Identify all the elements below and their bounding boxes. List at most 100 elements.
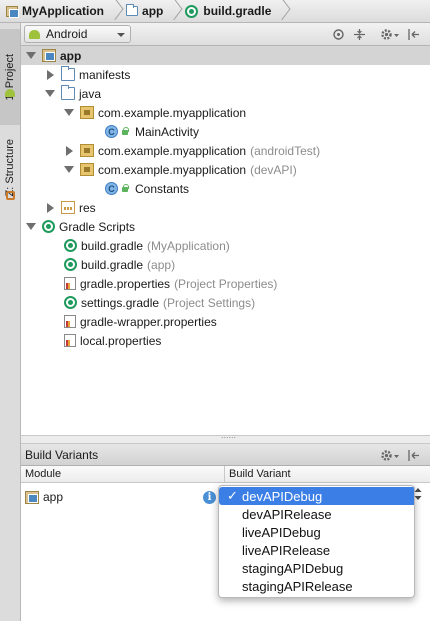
gradle-icon [42,220,55,233]
tree-item-package-androidtest[interactable]: com.example.myapplication (androidTest) [64,141,320,160]
tree-item-local-properties[interactable]: local.properties [64,331,161,350]
dropdown-stepper-icon[interactable] [413,487,423,501]
tree-item-manifests[interactable]: manifests [45,65,130,84]
navigation-breadcrumb: MyApplication app build.gradle [0,0,430,23]
tree-item-label: build.gradle [81,238,144,253]
resources-folder-icon [61,201,75,214]
gradle-icon [64,258,77,271]
properties-file-icon [64,334,76,347]
tree-item-build-gradle-app[interactable]: build.gradle (app) [64,255,175,274]
module-icon [25,490,39,504]
hide-panel-icon[interactable] [406,448,420,462]
tree-item-suffix: (MyApplication) [147,238,230,253]
module-icon [42,49,56,62]
android-icon[interactable] [0,85,20,101]
expand-toggle-icon[interactable] [45,202,55,213]
tab-project[interactable]: 1: Project [0,29,20,125]
breadcrumb-item-build-gradle[interactable]: build.gradle [177,0,275,23]
package-icon [80,106,94,119]
breadcrumb-separator [108,0,118,23]
module-name: app [43,490,64,504]
expand-toggle-icon[interactable] [64,145,74,156]
variant-option-label: liveAPIDebug [242,524,321,540]
variant-option[interactable]: liveAPIDebug [219,523,414,541]
folder-icon [61,85,75,100]
tree-item-gradle-properties[interactable]: gradle.properties (Project Properties) [64,274,277,293]
gear-icon[interactable] [379,27,401,41]
class-icon: C [105,125,118,138]
panel-splitter[interactable] [21,430,430,444]
variant-option-label: devAPIRelease [242,506,332,522]
tree-item-label: com.example.myapplication [98,105,247,120]
project-toolbar: Android [21,23,430,46]
view-mode-select[interactable]: Android [24,25,131,43]
tree-item-label: settings.gradle [81,295,160,310]
variant-option-label: devAPIDebug [242,488,323,504]
checkmark-icon: ✓ [227,488,238,503]
scroll-from-source-icon[interactable] [331,27,345,41]
properties-file-icon [64,315,76,328]
package-icon [80,144,94,157]
tree-item-label: com.example.myapplication [98,162,247,177]
expand-toggle-icon[interactable] [26,222,36,232]
variant-option[interactable]: devAPIRelease [219,505,414,523]
tree-item-res[interactable]: res [45,198,96,217]
tree-item-package-devapi[interactable]: com.example.myapplication (devAPI) [64,160,297,179]
tree-item-label: Gradle Scripts [59,219,136,234]
expand-toggle-icon[interactable] [64,108,74,118]
expand-toggle-icon[interactable] [64,165,74,175]
variant-option[interactable]: stagingAPIDebug [219,559,414,577]
breadcrumb-label: build.gradle [203,4,272,18]
column-header-label: Build Variant [229,468,291,480]
tree-item-app[interactable]: app [21,46,430,65]
panel-title: Build Variants [25,447,99,462]
tree-item-suffix: (Project Settings) [163,295,256,310]
android-icon [29,29,40,39]
variant-option[interactable]: liveAPIRelease [219,541,414,559]
breadcrumb-label: MyApplication [22,4,105,18]
info-icon: i [203,491,216,504]
tree-item-mainactivity[interactable]: C MainActivity [105,122,199,141]
breadcrumb-item-app[interactable]: app [118,0,167,23]
folder-icon [61,66,75,81]
build-variant-dropdown[interactable]: ✓ devAPIDebug devAPIRelease liveAPIDebug… [218,485,415,598]
tree-item-label: res [79,200,96,215]
column-header-label: Module [25,468,62,480]
tree-item-label: MainActivity [135,124,200,139]
collapse-all-icon[interactable] [352,27,366,41]
hide-panel-icon[interactable] [406,27,420,41]
tree-item-suffix: (app) [147,257,176,272]
tree-item-java[interactable]: java [45,84,101,103]
module-icon [6,5,19,18]
variant-option-label: liveAPIRelease [242,542,331,558]
breadcrumb-separator [275,0,285,23]
tree-item-suffix: (Project Properties) [174,276,278,291]
tree-item-settings-gradle[interactable]: settings.gradle (Project Settings) [64,293,255,312]
breadcrumb-label: app [142,4,164,18]
chevron-down-icon [117,33,125,37]
variant-option[interactable]: ✓ devAPIDebug [219,487,414,505]
project-panel: Android app manifests java com.example.m… [21,23,430,435]
variant-option[interactable]: stagingAPIRelease [219,577,414,595]
properties-file-icon [64,277,76,290]
expand-toggle-icon[interactable] [45,69,55,80]
column-header-build-variant[interactable]: Build Variant [225,466,430,483]
tree-item-label: com.example.myapplication [98,143,247,158]
expand-toggle-icon[interactable] [26,51,36,61]
gear-icon[interactable] [379,448,401,462]
structure-icon[interactable] [0,188,20,202]
class-icon: C [105,182,118,195]
tree-item-label: local.properties [80,333,162,348]
expand-toggle-icon[interactable] [45,89,55,99]
breadcrumb-item-myapplication[interactable]: MyApplication [2,0,108,23]
tree-item-package[interactable]: com.example.myapplication [64,103,246,122]
tree-item-constants[interactable]: C Constants [105,179,189,198]
tree-item-label: gradle-wrapper.properties [80,314,217,329]
lock-icon [121,127,130,136]
tree-item-label: app [60,48,82,63]
tree-item-label: Constants [135,181,190,196]
tree-item-gradle-scripts[interactable]: Gradle Scripts [26,217,135,236]
tree-item-build-gradle-project[interactable]: build.gradle (MyApplication) [64,236,230,255]
tree-item-gradle-wrapper-properties[interactable]: gradle-wrapper.properties [64,312,217,331]
column-header-module[interactable]: Module [21,466,225,483]
